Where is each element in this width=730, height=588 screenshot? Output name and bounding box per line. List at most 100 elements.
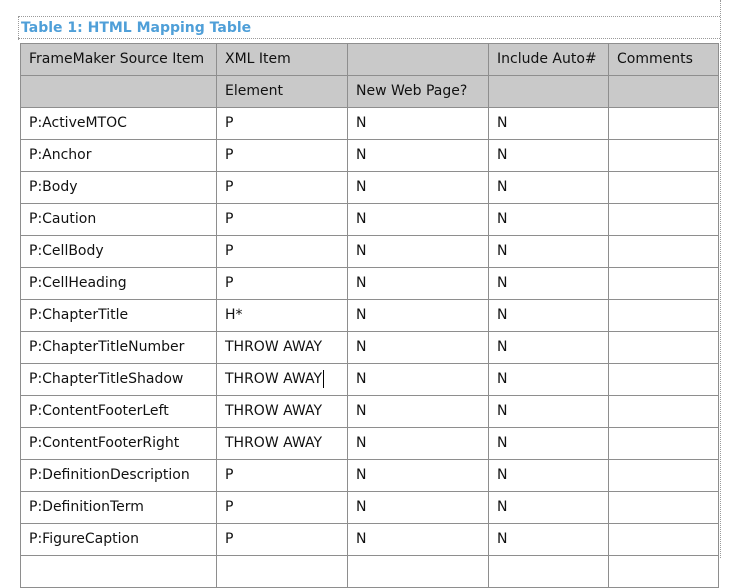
table-row: P:ContentFooterRight THROW AWAY N N <box>20 427 719 460</box>
cell-comments[interactable] <box>608 395 719 428</box>
cell-comments[interactable] <box>608 171 719 204</box>
text-frame-guide-left <box>18 16 19 40</box>
cell-comments[interactable] <box>608 459 719 492</box>
html-mapping-table: FrameMaker Source Item XML Item Include … <box>20 43 719 588</box>
text-frame-guide-title-bottom <box>18 38 720 39</box>
cell-comments[interactable] <box>608 299 719 332</box>
table-title[interactable]: Table 1: HTML Mapping Table <box>21 19 251 37</box>
cell-source-item[interactable]: P:DefinitionDescription <box>20 459 217 492</box>
cell-new-web-page[interactable]: N <box>347 491 489 524</box>
table-row: P:Caution P N N <box>20 203 719 236</box>
cell-source-item[interactable]: P:ChapterTitleNumber <box>20 331 217 364</box>
cell-source-item[interactable]: P:Body <box>20 171 217 204</box>
cell-include-auto[interactable]: N <box>488 139 609 172</box>
cell-new-web-page[interactable]: N <box>347 523 489 556</box>
cell-element[interactable]: P <box>216 139 348 172</box>
cell-element[interactable]: THROW AWAY <box>216 395 348 428</box>
cell-source-item[interactable]: P:FigureCaption <box>20 523 217 556</box>
cell-comments[interactable] <box>608 267 719 300</box>
table-row: P:Body P N N <box>20 171 719 204</box>
table-row: P:ContentFooterLeft THROW AWAY N N <box>20 395 719 428</box>
cell-element[interactable]: THROW AWAY <box>216 427 348 460</box>
text-frame-guide-right <box>720 0 721 558</box>
header-cell-xml-item[interactable]: XML Item <box>216 43 348 76</box>
cell-element[interactable]: H* <box>216 299 348 332</box>
cell-new-web-page[interactable]: N <box>347 107 489 140</box>
cell-source-item[interactable]: P:ActiveMTOC <box>20 107 217 140</box>
cell-source-item[interactable]: P:Caution <box>20 203 217 236</box>
cell-include-auto[interactable]: N <box>488 395 609 428</box>
header-cell-blank[interactable] <box>488 75 609 108</box>
cell-include-auto[interactable]: N <box>488 235 609 268</box>
cell-element[interactable]: P <box>216 107 348 140</box>
cell-element[interactable]: P <box>216 459 348 492</box>
table-row: P:DefinitionTerm P N N <box>20 491 719 524</box>
cell-source-item[interactable]: P:DefinitionTerm <box>20 491 217 524</box>
cell-comments[interactable] <box>608 331 719 364</box>
cell-include-auto[interactable]: N <box>488 459 609 492</box>
cell-element[interactable] <box>216 555 348 588</box>
cell-new-web-page[interactable]: N <box>347 139 489 172</box>
table-row <box>20 555 719 588</box>
cell-comments[interactable] <box>608 139 719 172</box>
cell-source-item[interactable]: P:ChapterTitleShadow <box>20 363 217 396</box>
cell-include-auto[interactable]: N <box>488 299 609 332</box>
cell-source-item[interactable]: P:ContentFooterRight <box>20 427 217 460</box>
cell-include-auto[interactable]: N <box>488 491 609 524</box>
cell-new-web-page[interactable]: N <box>347 235 489 268</box>
cell-source-item[interactable] <box>20 555 217 588</box>
cell-comments[interactable] <box>608 427 719 460</box>
cell-comments[interactable] <box>608 555 719 588</box>
header-cell-new-web-page[interactable]: New Web Page? <box>347 75 489 108</box>
cell-new-web-page[interactable]: N <box>347 203 489 236</box>
header-cell-blank[interactable] <box>347 43 489 76</box>
cell-comments[interactable] <box>608 107 719 140</box>
cell-new-web-page[interactable]: N <box>347 427 489 460</box>
cell-source-item[interactable]: P:ContentFooterLeft <box>20 395 217 428</box>
cell-new-web-page[interactable]: N <box>347 171 489 204</box>
cell-include-auto[interactable]: N <box>488 427 609 460</box>
cell-source-item[interactable]: P:CellHeading <box>20 267 217 300</box>
cell-include-auto[interactable] <box>488 555 609 588</box>
cell-include-auto[interactable]: N <box>488 171 609 204</box>
table-header-row: FrameMaker Source Item XML Item Include … <box>20 43 719 76</box>
header-cell-source-item[interactable]: FrameMaker Source Item <box>20 43 217 76</box>
cell-new-web-page[interactable]: N <box>347 395 489 428</box>
cell-new-web-page[interactable]: N <box>347 363 489 396</box>
cell-element[interactable]: P <box>216 523 348 556</box>
header-cell-blank[interactable] <box>608 75 719 108</box>
cell-comments[interactable] <box>608 523 719 556</box>
cell-new-web-page[interactable] <box>347 555 489 588</box>
header-cell-include-auto[interactable]: Include Auto# <box>488 43 609 76</box>
cell-element[interactable]: P <box>216 267 348 300</box>
cell-include-auto[interactable]: N <box>488 267 609 300</box>
cell-include-auto[interactable]: N <box>488 107 609 140</box>
header-cell-blank[interactable] <box>20 75 217 108</box>
table-header-row: Element New Web Page? <box>20 75 719 108</box>
cell-include-auto[interactable]: N <box>488 523 609 556</box>
cell-comments[interactable] <box>608 235 719 268</box>
cell-element[interactable]: P <box>216 491 348 524</box>
cell-element[interactable]: P <box>216 203 348 236</box>
cell-new-web-page[interactable]: N <box>347 459 489 492</box>
header-cell-comments[interactable]: Comments <box>608 43 719 76</box>
cell-include-auto[interactable]: N <box>488 203 609 236</box>
cell-new-web-page[interactable]: N <box>347 267 489 300</box>
cell-element[interactable]: THROW AWAY <box>216 331 348 364</box>
cell-source-item[interactable]: P:Anchor <box>20 139 217 172</box>
table-row: P:ChapterTitleShadow THROW AWAY N N <box>20 363 719 396</box>
header-cell-element[interactable]: Element <box>216 75 348 108</box>
cell-source-item[interactable]: P:CellBody <box>20 235 217 268</box>
table-row: P:ActiveMTOC P N N <box>20 107 719 140</box>
cell-comments[interactable] <box>608 363 719 396</box>
cell-element[interactable]: P <box>216 235 348 268</box>
cell-comments[interactable] <box>608 203 719 236</box>
cell-element-active[interactable]: THROW AWAY <box>216 363 348 396</box>
cell-include-auto[interactable]: N <box>488 363 609 396</box>
cell-include-auto[interactable]: N <box>488 331 609 364</box>
cell-comments[interactable] <box>608 491 719 524</box>
cell-element[interactable]: P <box>216 171 348 204</box>
cell-new-web-page[interactable]: N <box>347 299 489 332</box>
cell-source-item[interactable]: P:ChapterTitle <box>20 299 217 332</box>
cell-new-web-page[interactable]: N <box>347 331 489 364</box>
